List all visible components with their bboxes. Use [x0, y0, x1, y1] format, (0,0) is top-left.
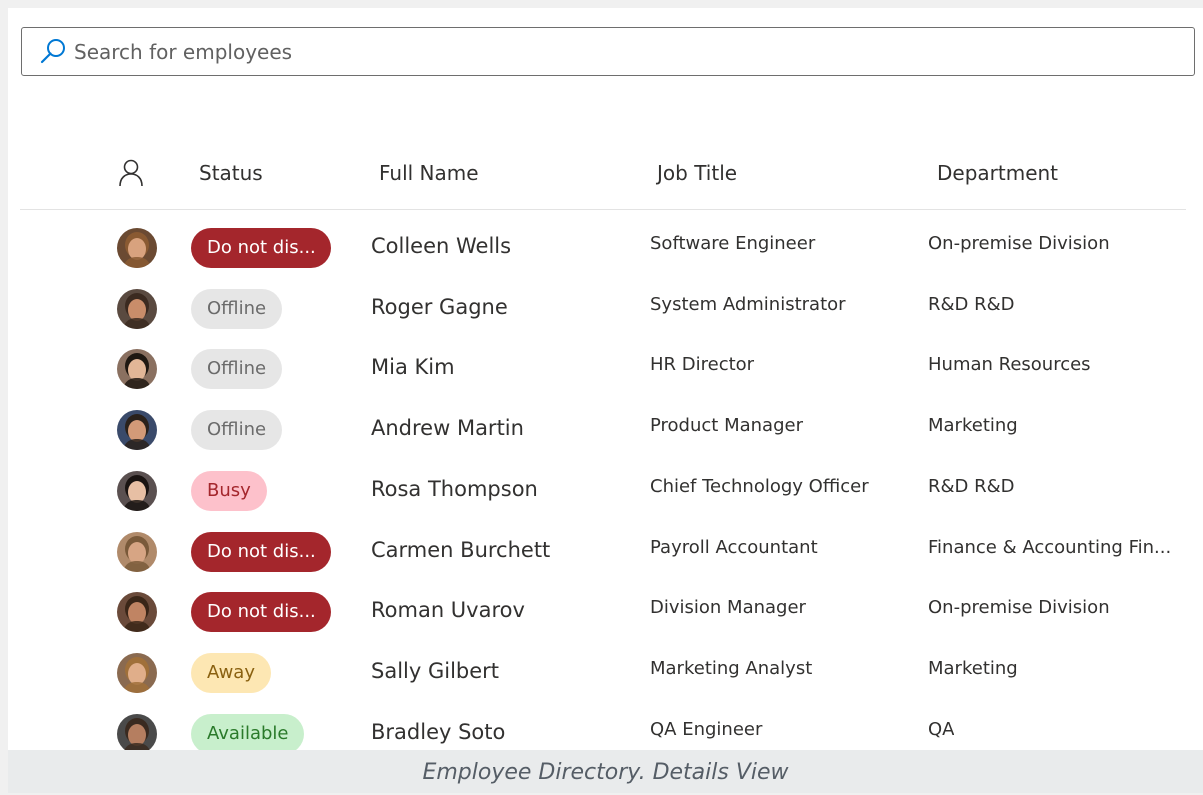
avatar [117, 288, 157, 329]
job-title-cell: Chief Technology Officer [650, 475, 869, 497]
app-frame: Status Full Name Job Title Department Do… [8, 8, 1203, 793]
column-header-department[interactable]: Department [937, 160, 1058, 186]
figure-caption: Employee Directory. Details View [422, 760, 789, 785]
table-row[interactable]: Away Sally Gilbert Marketing Analyst Market… [20, 643, 1186, 703]
column-header-full-name[interactable]: Full Name [379, 160, 479, 186]
department-cell: Human Resources [928, 354, 1091, 376]
status-badge: Offline [191, 410, 283, 451]
job-title-cell: Division Manager [650, 597, 806, 619]
employee-directory-panel: Status Full Name Job Title Department Do… [8, 8, 1203, 750]
department-cell: On-premise Division [928, 597, 1110, 619]
table-row[interactable]: Do not dis... Carmen Burchett Payroll Acco… [20, 522, 1186, 582]
full-name-cell: Carmen Burchett [371, 537, 551, 562]
job-title-cell: QA Engineer [650, 718, 763, 740]
table-row[interactable]: Offline Andrew Martin Product Manager Marke… [20, 400, 1186, 460]
avatar [117, 592, 157, 633]
job-title-cell: Marketing Analyst [650, 657, 813, 679]
department-cell: R&D R&D [928, 475, 1015, 497]
table-row[interactable]: Busy Rosa Thompson Chief Technology Office… [20, 461, 1186, 521]
status-badge: Offline [191, 349, 283, 390]
avatar [117, 531, 157, 572]
job-title-cell: System Administrator [650, 293, 846, 315]
column-header-status[interactable]: Status [199, 160, 263, 186]
status-badge: Do not dis... [191, 531, 331, 572]
avatar [117, 652, 157, 693]
full-name-cell: Roger Gagne [371, 294, 508, 319]
search-input[interactable] [74, 39, 1074, 64]
search-icon [36, 35, 70, 69]
status-badge: Do not dis... [191, 228, 331, 268]
status-badge: Do not dis... [191, 592, 331, 633]
table-row[interactable]: Do not dis... Colleen Wells Software Engin… [20, 218, 1186, 278]
department-cell: R&D R&D [928, 293, 1015, 315]
avatar [117, 410, 157, 451]
avatar [117, 713, 157, 750]
avatar [117, 349, 157, 390]
job-title-cell: Software Engineer [650, 233, 816, 254]
full-name-cell: Sally Gilbert [371, 658, 500, 683]
table-row[interactable]: Offline Mia Kim HR Director Human Resources [20, 339, 1186, 399]
table-row[interactable]: Do not dis... Roman Uvarov Division Manage… [20, 582, 1186, 642]
status-badge: Available [191, 713, 305, 750]
job-title-cell: Product Manager [650, 415, 803, 437]
full-name-cell: Bradley Soto [371, 719, 506, 744]
column-header-job-title[interactable]: Job Title [657, 160, 737, 186]
job-title-cell: Payroll Accountant [650, 536, 818, 558]
department-cell: QA [928, 718, 955, 740]
avatar [117, 470, 157, 511]
job-title-cell: HR Director [650, 354, 755, 376]
full-name-cell: Rosa Thompson [371, 476, 538, 501]
search-box[interactable] [21, 27, 1195, 76]
full-name-cell: Mia Kim [371, 355, 455, 380]
table-row[interactable]: Offline Roger Gagne System Administrator R&… [20, 279, 1186, 339]
full-name-cell: Roman Uvarov [371, 598, 525, 623]
person-icon [116, 158, 146, 188]
full-name-cell: Colleen Wells [371, 234, 512, 258]
department-cell: Finance & Accounting Fin... [928, 536, 1172, 558]
status-badge: Away [191, 652, 271, 693]
table-row[interactable]: Available Bradley Soto QA Engineer QA [20, 704, 1186, 750]
status-badge: Busy [191, 470, 267, 511]
table-header: Status Full Name Job Title Department [20, 148, 1186, 210]
full-name-cell: Andrew Martin [371, 416, 524, 441]
department-cell: On-premise Division [928, 233, 1110, 254]
status-badge: Offline [191, 288, 283, 329]
department-cell: Marketing [928, 415, 1018, 437]
avatar [117, 228, 157, 268]
department-cell: Marketing [928, 657, 1018, 679]
